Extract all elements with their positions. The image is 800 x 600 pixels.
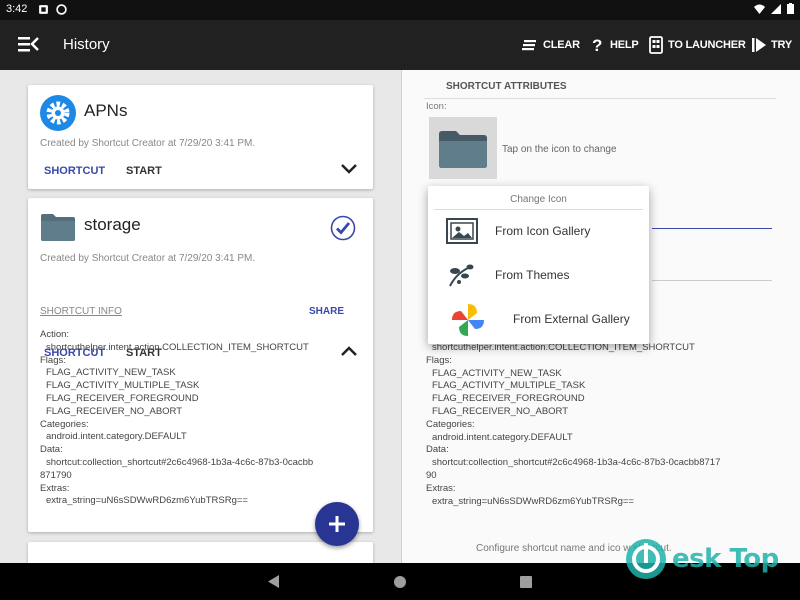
gallery-icon [446, 218, 478, 244]
from-themes-option[interactable]: From Themes [428, 254, 649, 294]
drawer-toggle-icon[interactable] [17, 34, 39, 54]
gear-icon [40, 95, 76, 131]
data-value: shortcut:collection_shortcut#2c6c4968-1b… [432, 457, 721, 469]
data-value-cont: 90 [426, 469, 437, 481]
signal-icon [771, 3, 781, 14]
action-value: shortcuthelper.intent.action.COLLECTION_… [46, 341, 309, 353]
menu-title: Change Icon [510, 194, 567, 205]
tap-hint: Tap on the icon to change [502, 144, 617, 155]
extras-value: extra_string=uN6sSDWwRD6zm6YubTRSRg== [432, 495, 634, 507]
home-icon[interactable] [394, 576, 406, 588]
to-launcher-button[interactable]: TO LAUNCHER [647, 34, 746, 56]
categories-label: Categories: [40, 418, 89, 430]
history-card: storage Created by Shortcut Creator at 7… [28, 198, 373, 532]
flag-item: FLAG_RECEIVER_NO_ABORT [46, 405, 183, 417]
option-label: From Themes [495, 268, 570, 282]
try-button[interactable]: TRY [750, 34, 792, 56]
flag-item: FLAG_ACTIVITY_MULTIPLE_TASK [46, 380, 200, 392]
card-title: storage [84, 215, 141, 234]
help-label: HELP [610, 39, 639, 51]
sync-icon [56, 4, 67, 15]
created-text: Created by Shortcut Creator at 7/29/20 3… [40, 253, 256, 264]
svg-text:?: ? [592, 36, 602, 54]
try-label: TRY [771, 39, 792, 51]
check-circle-icon[interactable] [330, 215, 356, 241]
notification-icon [39, 5, 48, 14]
page-title: History [63, 36, 110, 53]
play-icon [752, 38, 766, 52]
name-field-underline[interactable] [652, 228, 772, 229]
themes-icon [449, 264, 474, 287]
chevron-down-icon[interactable] [340, 163, 358, 175]
watermark-text: esk Top [672, 544, 779, 574]
shortcut-info-link[interactable]: SHORTCUT INFO [40, 306, 122, 317]
back-icon[interactable] [268, 575, 280, 588]
data-label: Data: [40, 444, 63, 456]
clear-button[interactable]: CLEAR [522, 34, 580, 56]
help-icon: ? [592, 36, 602, 54]
from-external-gallery-option[interactable]: From External Gallery [428, 298, 649, 338]
to-launcher-label: TO LAUNCHER [668, 39, 746, 51]
shortcut-icon-picker[interactable] [429, 117, 497, 179]
folder-icon [41, 214, 75, 241]
category-value: android.intent.category.DEFAULT [432, 431, 573, 443]
history-list[interactable]: APNs Created by Shortcut Creator at 7/29… [0, 70, 401, 563]
battery-icon [787, 3, 794, 14]
start-button[interactable]: START [126, 165, 162, 177]
icon-label: Icon: [426, 101, 447, 112]
recents-icon[interactable] [520, 576, 532, 588]
flag-item: FLAG_ACTIVITY_MULTIPLE_TASK [432, 380, 586, 392]
data-label: Data: [426, 444, 449, 456]
category-value: android.intent.category.DEFAULT [46, 431, 187, 443]
content-area: APNs Created by Shortcut Creator at 7/29… [0, 70, 800, 563]
flags-label: Flags: [426, 354, 452, 366]
flag-item: FLAG_ACTIVITY_NEW_TASK [46, 367, 176, 379]
pinwheel-icon [452, 304, 484, 336]
status-bar: 3:42 [0, 0, 800, 20]
action-label: Action: [40, 329, 70, 340]
data-value: shortcut:collection_shortcut#2c6c4968-1b… [46, 456, 314, 468]
flag-item: FLAG_RECEIVER_NO_ABORT [432, 405, 569, 417]
flag-item: FLAG_ACTIVITY_NEW_TASK [432, 367, 562, 379]
flag-item: FLAG_RECEIVER_FOREGROUND [432, 393, 585, 405]
watermark: esk Top [626, 538, 796, 580]
status-time: 3:42 [6, 3, 28, 15]
flag-item: FLAG_RECEIVER_FOREGROUND [46, 392, 199, 404]
history-card [28, 542, 373, 563]
add-shortcut-button[interactable] [315, 502, 359, 546]
wifi-icon [754, 4, 765, 14]
card-title: APNs [84, 101, 128, 120]
help-button[interactable]: ? HELP [589, 34, 639, 56]
launcher-icon [649, 36, 663, 54]
shortcut-button[interactable]: SHORTCUT [44, 165, 105, 177]
folder-icon [439, 131, 487, 168]
field-underline [652, 280, 772, 281]
change-icon-menu: Change Icon From Icon Gallery From Theme… [428, 186, 649, 344]
data-value-cont: 871790 [40, 469, 72, 481]
watermark-logo-icon [626, 539, 666, 579]
section-header: SHORTCUT ATTRIBUTES [424, 79, 776, 99]
plus-icon [329, 516, 345, 532]
extras-value: extra_string=uN6sSDWwRD6zm6YubTRSRg== [46, 495, 248, 507]
option-label: From External Gallery [513, 312, 630, 326]
history-card: APNs Created by Shortcut Creator at 7/29… [28, 85, 373, 189]
extras-label: Extras: [40, 482, 70, 494]
categories-label: Categories: [426, 418, 475, 430]
share-button[interactable]: SHARE [309, 306, 344, 317]
created-text: Created by Shortcut Creator at 7/29/20 3… [40, 138, 256, 149]
extras-label: Extras: [426, 482, 456, 494]
clear-all-icon [522, 40, 536, 51]
shortcut-info: shortcuthelper.intent.action.COLLECTION_… [426, 342, 796, 508]
from-icon-gallery-option[interactable]: From Icon Gallery [428, 210, 649, 250]
shortcut-info: Action: shortcuthelper.intent.action.COL… [40, 329, 365, 508]
clear-label: CLEAR [543, 39, 580, 51]
app-bar: History CLEAR ? HELP TO LAUNCHER TRY [0, 20, 800, 70]
flags-label: Flags: [40, 354, 66, 366]
option-label: From Icon Gallery [495, 224, 591, 238]
